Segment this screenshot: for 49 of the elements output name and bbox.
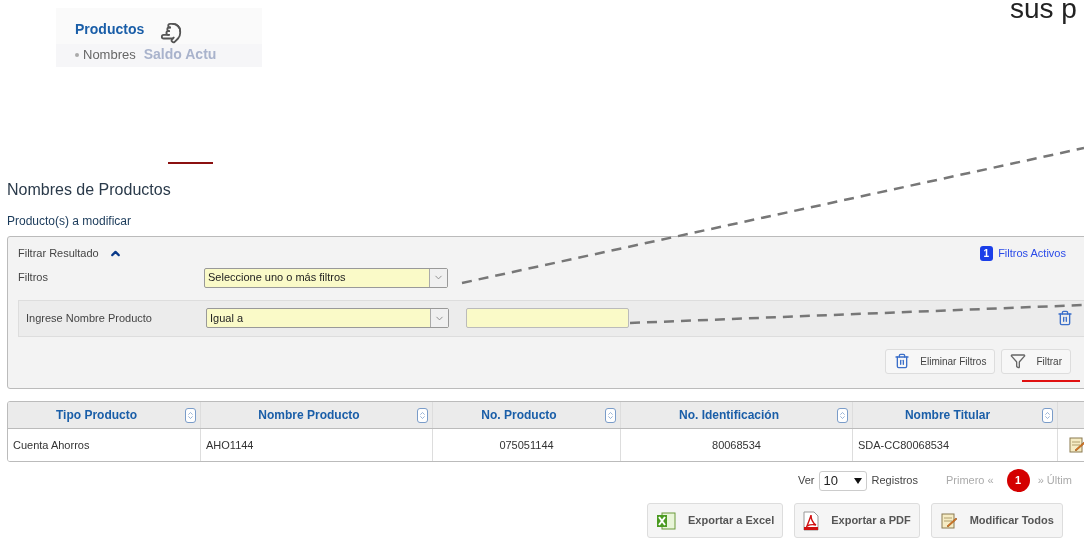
page-size-dropdown[interactable]: 10 — [818, 470, 867, 491]
trash-icon — [894, 353, 911, 369]
trash-icon — [1057, 310, 1073, 326]
table-cell-text: AHO1144 — [206, 437, 255, 453]
page-subtitle: Producto(s) a modificar — [7, 213, 133, 230]
field-label: Filtros — [18, 270, 49, 286]
count-badge: 1 — [979, 245, 994, 261]
hand-pointer-icon — [160, 22, 183, 44]
underline-mark — [1022, 380, 1080, 382]
show-label: Ver — [798, 473, 815, 489]
field-label: Ingrese Nombre Producto — [26, 310, 153, 326]
underline-mark — [168, 162, 213, 164]
records-label: Registros — [871, 473, 918, 489]
filter-action-button[interactable]: Eliminar Filtros — [885, 348, 996, 374]
caption-text: sus p — [1010, 0, 1077, 26]
column-header[interactable]: No. Producto — [433, 406, 605, 424]
column-header[interactable]: Nombre Titular — [853, 406, 1042, 424]
panel-title: Filtrar Resultado — [18, 246, 99, 261]
bullet-icon — [75, 52, 79, 57]
table-cell-text: Cuenta Ahorros — [13, 437, 91, 453]
page-number[interactable]: 1 — [1006, 469, 1030, 492]
table-cell-text: 075051144 — [498, 437, 555, 453]
export-button[interactable]: Exportar a PDF — [794, 503, 920, 538]
export-button[interactable]: Exportar a Excel — [647, 503, 784, 538]
filters-dropdown[interactable]: Seleccione uno o más filtros — [204, 267, 448, 288]
active-filters-link[interactable]: Filtros Activos — [998, 245, 1066, 262]
notepad-pencil-icon — [939, 511, 958, 530]
value-input[interactable] — [466, 308, 629, 328]
filter-action-button[interactable]: Filtrar — [1001, 348, 1071, 374]
notepad-pencil-icon — [1068, 436, 1084, 454]
table-cell-text: 80068534 — [711, 437, 762, 453]
operator-dropdown[interactable]: Igual a — [206, 308, 449, 328]
sort-icon[interactable] — [417, 407, 428, 423]
column-header[interactable]: No. Identificación — [621, 406, 837, 424]
export-button[interactable]: Modificar Todos — [930, 503, 1063, 538]
table-cell-text: SDA-CC80068534 — [858, 437, 951, 453]
spreadsheet-icon — [656, 511, 676, 530]
column-header[interactable]: Nombre Producto — [201, 406, 417, 424]
sort-icon[interactable] — [605, 407, 616, 423]
sort-icon[interactable] — [837, 407, 848, 423]
dropdown-triangle-icon — [853, 477, 862, 484]
page-title: Nombres de Productos — [7, 180, 172, 200]
column-header[interactable]: Tipo Producto — [8, 406, 185, 424]
menu-item[interactable]: Nombres — [83, 44, 136, 65]
pdf-document-icon — [803, 510, 820, 531]
sort-icon[interactable] — [185, 407, 196, 423]
sort-icon[interactable] — [1042, 407, 1053, 423]
funnel-icon — [1010, 353, 1027, 369]
menu-title[interactable]: Productos — [75, 18, 145, 40]
